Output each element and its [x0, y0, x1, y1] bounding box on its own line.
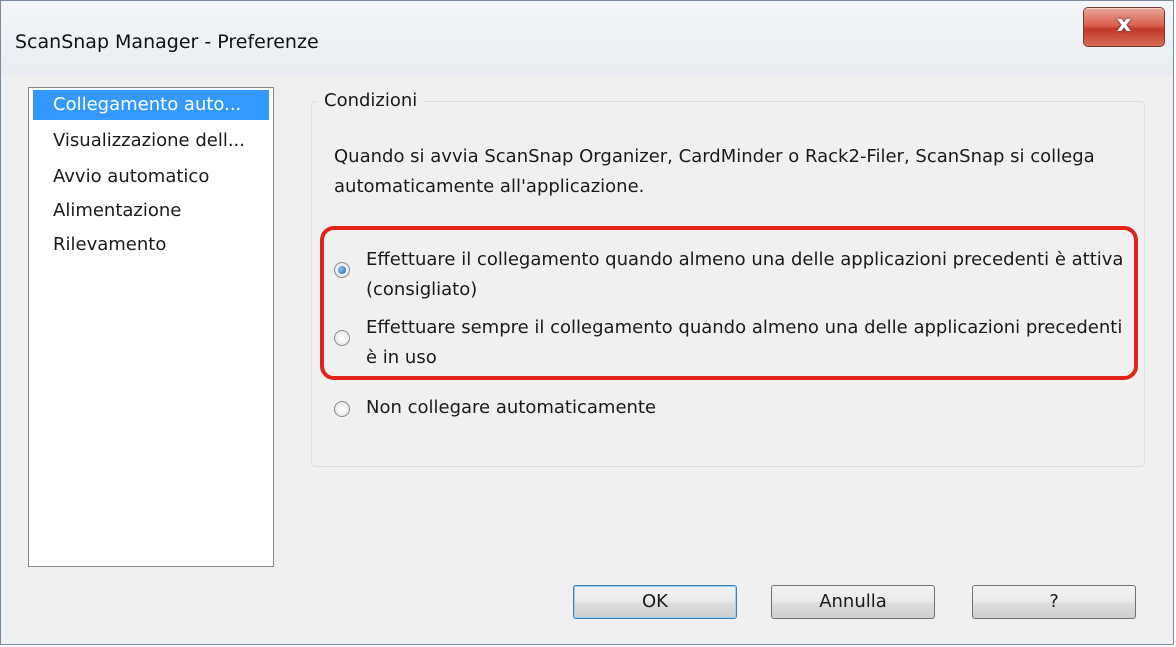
help-button[interactable]: ? — [972, 585, 1136, 619]
close-icon: x — [1116, 12, 1132, 37]
conditions-description: Quando si avvia ScanSnap Organizer, Card… — [334, 146, 1095, 197]
sidebar-item-alimentazione[interactable]: Alimentazione — [33, 196, 269, 226]
conditions-group-title: Condizioni — [318, 90, 424, 111]
window-title: ScanSnap Manager - Preferenze — [15, 31, 319, 53]
ok-button[interactable]: OK — [573, 585, 737, 619]
annotation-highlight-box — [320, 226, 1138, 380]
sidebar-item-collegamento-automatico[interactable]: Collegamento auto... — [33, 90, 269, 120]
preferences-category-list[interactable]: Collegamento auto... Visualizzazione del… — [28, 87, 274, 567]
radio-option-label: Non collegare automaticamente — [366, 397, 657, 418]
cancel-button[interactable]: Annulla — [771, 585, 935, 619]
sidebar-item-rilevamento[interactable]: Rilevamento — [33, 230, 269, 260]
close-button[interactable]: x — [1083, 7, 1165, 47]
title-bar[interactable]: ScanSnap Manager - Preferenze x — [1, 1, 1173, 75]
sidebar-item-visualizzazione[interactable]: Visualizzazione dell... — [33, 126, 269, 156]
sidebar-item-avvio-automatico[interactable]: Avvio automatico — [33, 162, 269, 192]
radio-button-icon[interactable] — [334, 401, 350, 417]
